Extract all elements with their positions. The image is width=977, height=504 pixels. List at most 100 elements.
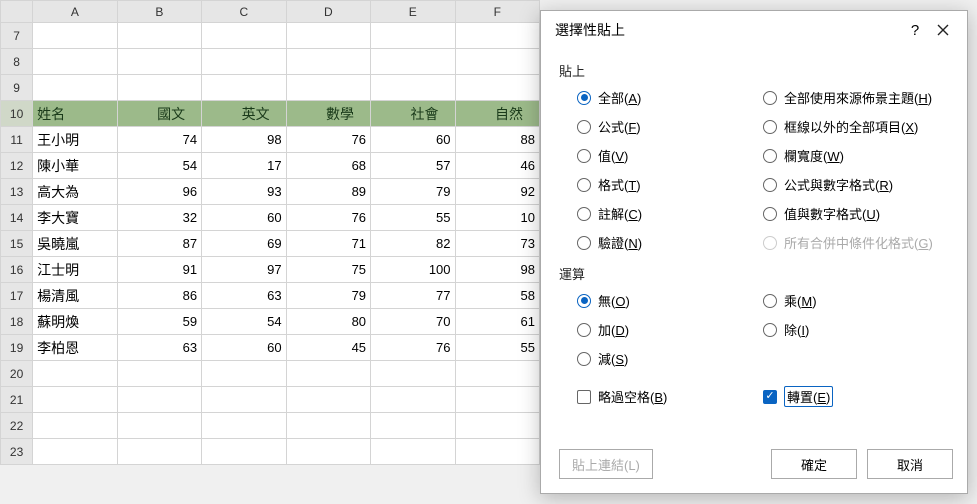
cell[interactable]: 54: [202, 309, 286, 335]
cell[interactable]: 李大寶: [33, 205, 117, 231]
radio-fmtnum[interactable]: 公式與數字格式(R): [763, 175, 949, 194]
select-all-corner[interactable]: [1, 1, 33, 23]
row-header[interactable]: 12: [1, 153, 33, 179]
radio-values[interactable]: 值(V): [577, 146, 763, 165]
skip-blanks-checkbox[interactable]: 略過空格(B): [577, 386, 763, 407]
cancel-button[interactable]: 取消: [867, 449, 953, 479]
cell[interactable]: 李柏恩: [33, 335, 117, 361]
cell[interactable]: 蘇明煥: [33, 309, 117, 335]
radio-formats[interactable]: 格式(T): [577, 175, 763, 194]
cell[interactable]: 45: [286, 335, 370, 361]
cell[interactable]: 江士明: [33, 257, 117, 283]
cell[interactable]: [202, 49, 286, 75]
cell[interactable]: [202, 439, 286, 465]
cell[interactable]: [455, 387, 539, 413]
cell[interactable]: 60: [202, 205, 286, 231]
radio-valnum[interactable]: 值與數字格式(U): [763, 204, 949, 223]
radio-subtract[interactable]: 減(S): [577, 349, 763, 368]
cell[interactable]: 80: [286, 309, 370, 335]
cell[interactable]: 60: [371, 127, 455, 153]
row-header[interactable]: 22: [1, 413, 33, 439]
cell[interactable]: [371, 49, 455, 75]
radio-theme[interactable]: 全部使用來源佈景主題(H): [763, 88, 949, 107]
cell[interactable]: [117, 75, 201, 101]
row-header[interactable]: 19: [1, 335, 33, 361]
col-header[interactable]: C: [202, 1, 286, 23]
cell[interactable]: [371, 361, 455, 387]
cell[interactable]: [455, 361, 539, 387]
cell[interactable]: [371, 387, 455, 413]
cell[interactable]: [286, 387, 370, 413]
cell[interactable]: [286, 361, 370, 387]
cell[interactable]: [117, 413, 201, 439]
cell[interactable]: 王小明: [33, 127, 117, 153]
col-header[interactable]: B: [117, 1, 201, 23]
cell[interactable]: 55: [371, 205, 455, 231]
cell[interactable]: [286, 413, 370, 439]
cell[interactable]: 10: [455, 205, 539, 231]
cell[interactable]: 82: [371, 231, 455, 257]
cell[interactable]: 79: [286, 283, 370, 309]
cell[interactable]: [33, 23, 117, 49]
cell[interactable]: 57: [371, 153, 455, 179]
cell[interactable]: [33, 413, 117, 439]
cell[interactable]: [33, 49, 117, 75]
cell[interactable]: 76: [371, 335, 455, 361]
row-header[interactable]: 7: [1, 23, 33, 49]
cell[interactable]: [202, 361, 286, 387]
cell[interactable]: 98: [202, 127, 286, 153]
radio-validation[interactable]: 驗證(N): [577, 233, 763, 252]
radio-divide[interactable]: 除(I): [763, 320, 949, 339]
cell[interactable]: 58: [455, 283, 539, 309]
row-header[interactable]: 8: [1, 49, 33, 75]
cell[interactable]: [455, 413, 539, 439]
cell[interactable]: [117, 23, 201, 49]
row-header[interactable]: 18: [1, 309, 33, 335]
row-header[interactable]: 17: [1, 283, 33, 309]
cell[interactable]: 70: [371, 309, 455, 335]
cell[interactable]: 74: [117, 127, 201, 153]
cell[interactable]: 社會: [371, 101, 455, 127]
row-header[interactable]: 14: [1, 205, 33, 231]
cell[interactable]: [33, 387, 117, 413]
cell[interactable]: [202, 413, 286, 439]
cell[interactable]: 楊清風: [33, 283, 117, 309]
cell[interactable]: 陳小華: [33, 153, 117, 179]
cell[interactable]: 63: [117, 335, 201, 361]
cell[interactable]: 89: [286, 179, 370, 205]
cell[interactable]: 55: [455, 335, 539, 361]
cell[interactable]: [33, 439, 117, 465]
radio-colwidth[interactable]: 欄寬度(W): [763, 146, 949, 165]
cell[interactable]: 97: [202, 257, 286, 283]
cell[interactable]: [371, 23, 455, 49]
cell[interactable]: [117, 439, 201, 465]
cell[interactable]: 姓名: [33, 101, 117, 127]
cell[interactable]: 46: [455, 153, 539, 179]
cell[interactable]: [371, 439, 455, 465]
cell[interactable]: 71: [286, 231, 370, 257]
cell[interactable]: 88: [455, 127, 539, 153]
cell[interactable]: 英文: [202, 101, 286, 127]
help-button[interactable]: ?: [901, 19, 929, 41]
cell[interactable]: 吳曉嵐: [33, 231, 117, 257]
cell[interactable]: [455, 439, 539, 465]
cell[interactable]: 54: [117, 153, 201, 179]
cell[interactable]: 96: [117, 179, 201, 205]
col-header[interactable]: E: [371, 1, 455, 23]
cell[interactable]: [33, 75, 117, 101]
paste-link-button[interactable]: 貼上連結(L): [559, 449, 653, 479]
row-header[interactable]: 11: [1, 127, 33, 153]
cell[interactable]: 高大為: [33, 179, 117, 205]
cell[interactable]: [371, 413, 455, 439]
cell[interactable]: [286, 49, 370, 75]
cell[interactable]: [455, 49, 539, 75]
cell[interactable]: 92: [455, 179, 539, 205]
cell[interactable]: 76: [286, 205, 370, 231]
radio-formulas[interactable]: 公式(F): [577, 117, 763, 136]
cell[interactable]: 自然: [455, 101, 539, 127]
cell[interactable]: 93: [202, 179, 286, 205]
cell[interactable]: [286, 23, 370, 49]
cell[interactable]: 76: [286, 127, 370, 153]
cell[interactable]: 91: [117, 257, 201, 283]
row-header[interactable]: 20: [1, 361, 33, 387]
